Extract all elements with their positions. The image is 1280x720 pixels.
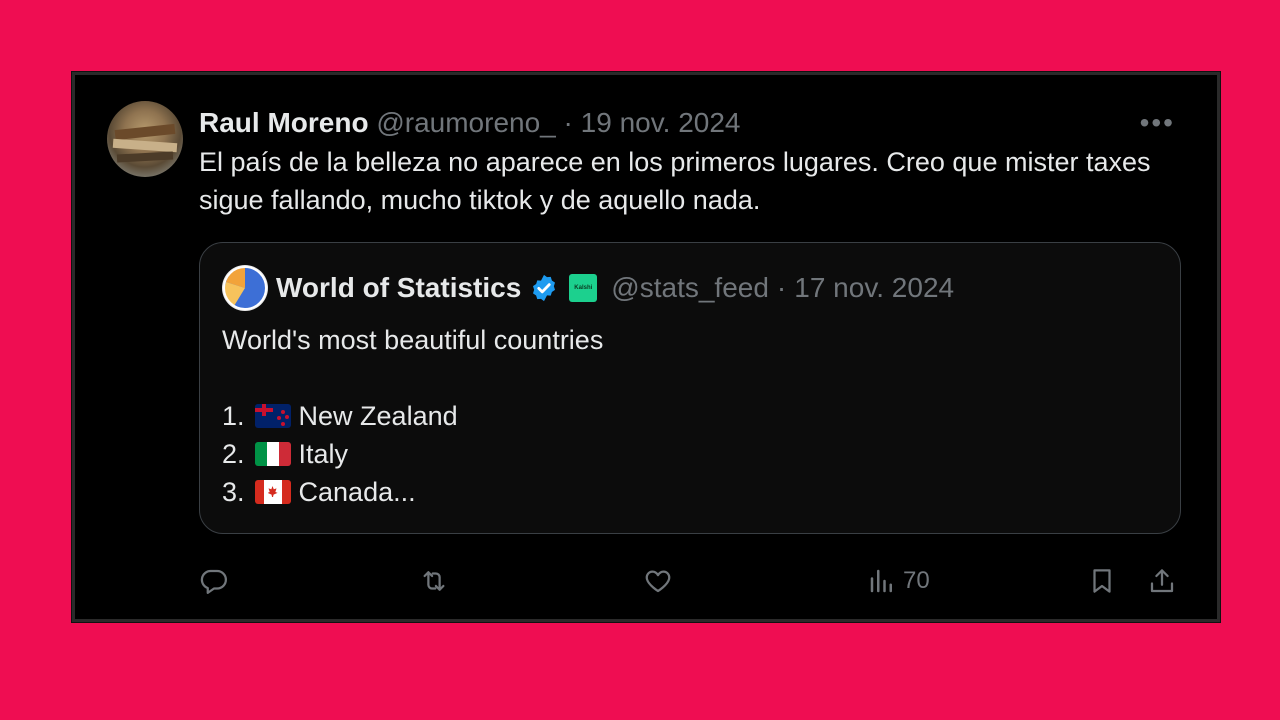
list-item: 3. Canada... bbox=[222, 473, 458, 511]
quoted-author-avatar[interactable] bbox=[222, 265, 268, 311]
italy-flag-icon bbox=[254, 442, 291, 466]
new-zealand-flag-icon bbox=[254, 404, 291, 428]
quoted-author-handle[interactable]: @stats_feed bbox=[611, 269, 769, 307]
reply-button[interactable] bbox=[199, 561, 229, 601]
like-icon bbox=[645, 570, 671, 593]
tweet-header: Raul Moreno @raumoreno_ · 19 nov. 2024 bbox=[199, 105, 740, 141]
list-item: 2. Italy bbox=[222, 435, 458, 473]
quoted-tweet-title: World's most beautiful countries bbox=[222, 325, 604, 355]
canada-flag-icon bbox=[254, 480, 291, 504]
quoted-tweet[interactable]: World of Statistics Kalshi @stats_feed ·… bbox=[199, 242, 1181, 534]
tweet-card[interactable]: Raul Moreno @raumoreno_ · 19 nov. 2024 •… bbox=[72, 72, 1220, 622]
quoted-tweet-header: World of Statistics Kalshi @stats_feed ·… bbox=[276, 269, 954, 307]
share-icon bbox=[1150, 569, 1174, 593]
ranking-list: 1. New Zealand 2. Italy 3. Canada... bbox=[222, 397, 458, 511]
views-count: 70 bbox=[903, 567, 930, 594]
list-number: 3. bbox=[222, 477, 245, 507]
bookmark-button[interactable] bbox=[1087, 561, 1117, 601]
list-label: Italy bbox=[298, 439, 349, 469]
affiliate-badge[interactable]: Kalshi bbox=[569, 274, 598, 302]
author-avatar[interactable] bbox=[107, 101, 183, 177]
share-button[interactable] bbox=[1147, 561, 1177, 601]
quoted-author-name[interactable]: World of Statistics bbox=[276, 269, 521, 307]
list-number: 1. bbox=[222, 401, 245, 431]
list-label: Canada... bbox=[298, 477, 416, 507]
quoted-tweet-date[interactable]: 17 nov. 2024 bbox=[794, 269, 954, 307]
bookmark-icon bbox=[1093, 569, 1111, 593]
tweet-text: El país de la belleza no aparece en los … bbox=[199, 147, 1151, 215]
retweet-button[interactable] bbox=[419, 561, 449, 601]
verified-badge-icon bbox=[529, 273, 559, 303]
quoted-header-separator: · bbox=[776, 272, 787, 303]
tweet-date[interactable]: 19 nov. 2024 bbox=[581, 107, 741, 138]
list-label: New Zealand bbox=[298, 401, 458, 431]
views-icon bbox=[870, 569, 892, 593]
list-item: 1. New Zealand bbox=[222, 397, 458, 435]
like-button[interactable] bbox=[643, 561, 673, 601]
retweet-icon bbox=[423, 571, 445, 591]
list-number: 2. bbox=[222, 439, 245, 469]
reply-icon bbox=[200, 569, 227, 594]
author-name[interactable]: Raul Moreno bbox=[199, 107, 369, 138]
views-button[interactable]: 70 bbox=[867, 561, 930, 601]
header-separator: · bbox=[563, 107, 573, 138]
author-handle[interactable]: @raumoreno_ bbox=[376, 107, 555, 138]
more-options-icon[interactable]: ••• bbox=[1140, 109, 1175, 137]
action-bar: 70 bbox=[199, 561, 1183, 601]
